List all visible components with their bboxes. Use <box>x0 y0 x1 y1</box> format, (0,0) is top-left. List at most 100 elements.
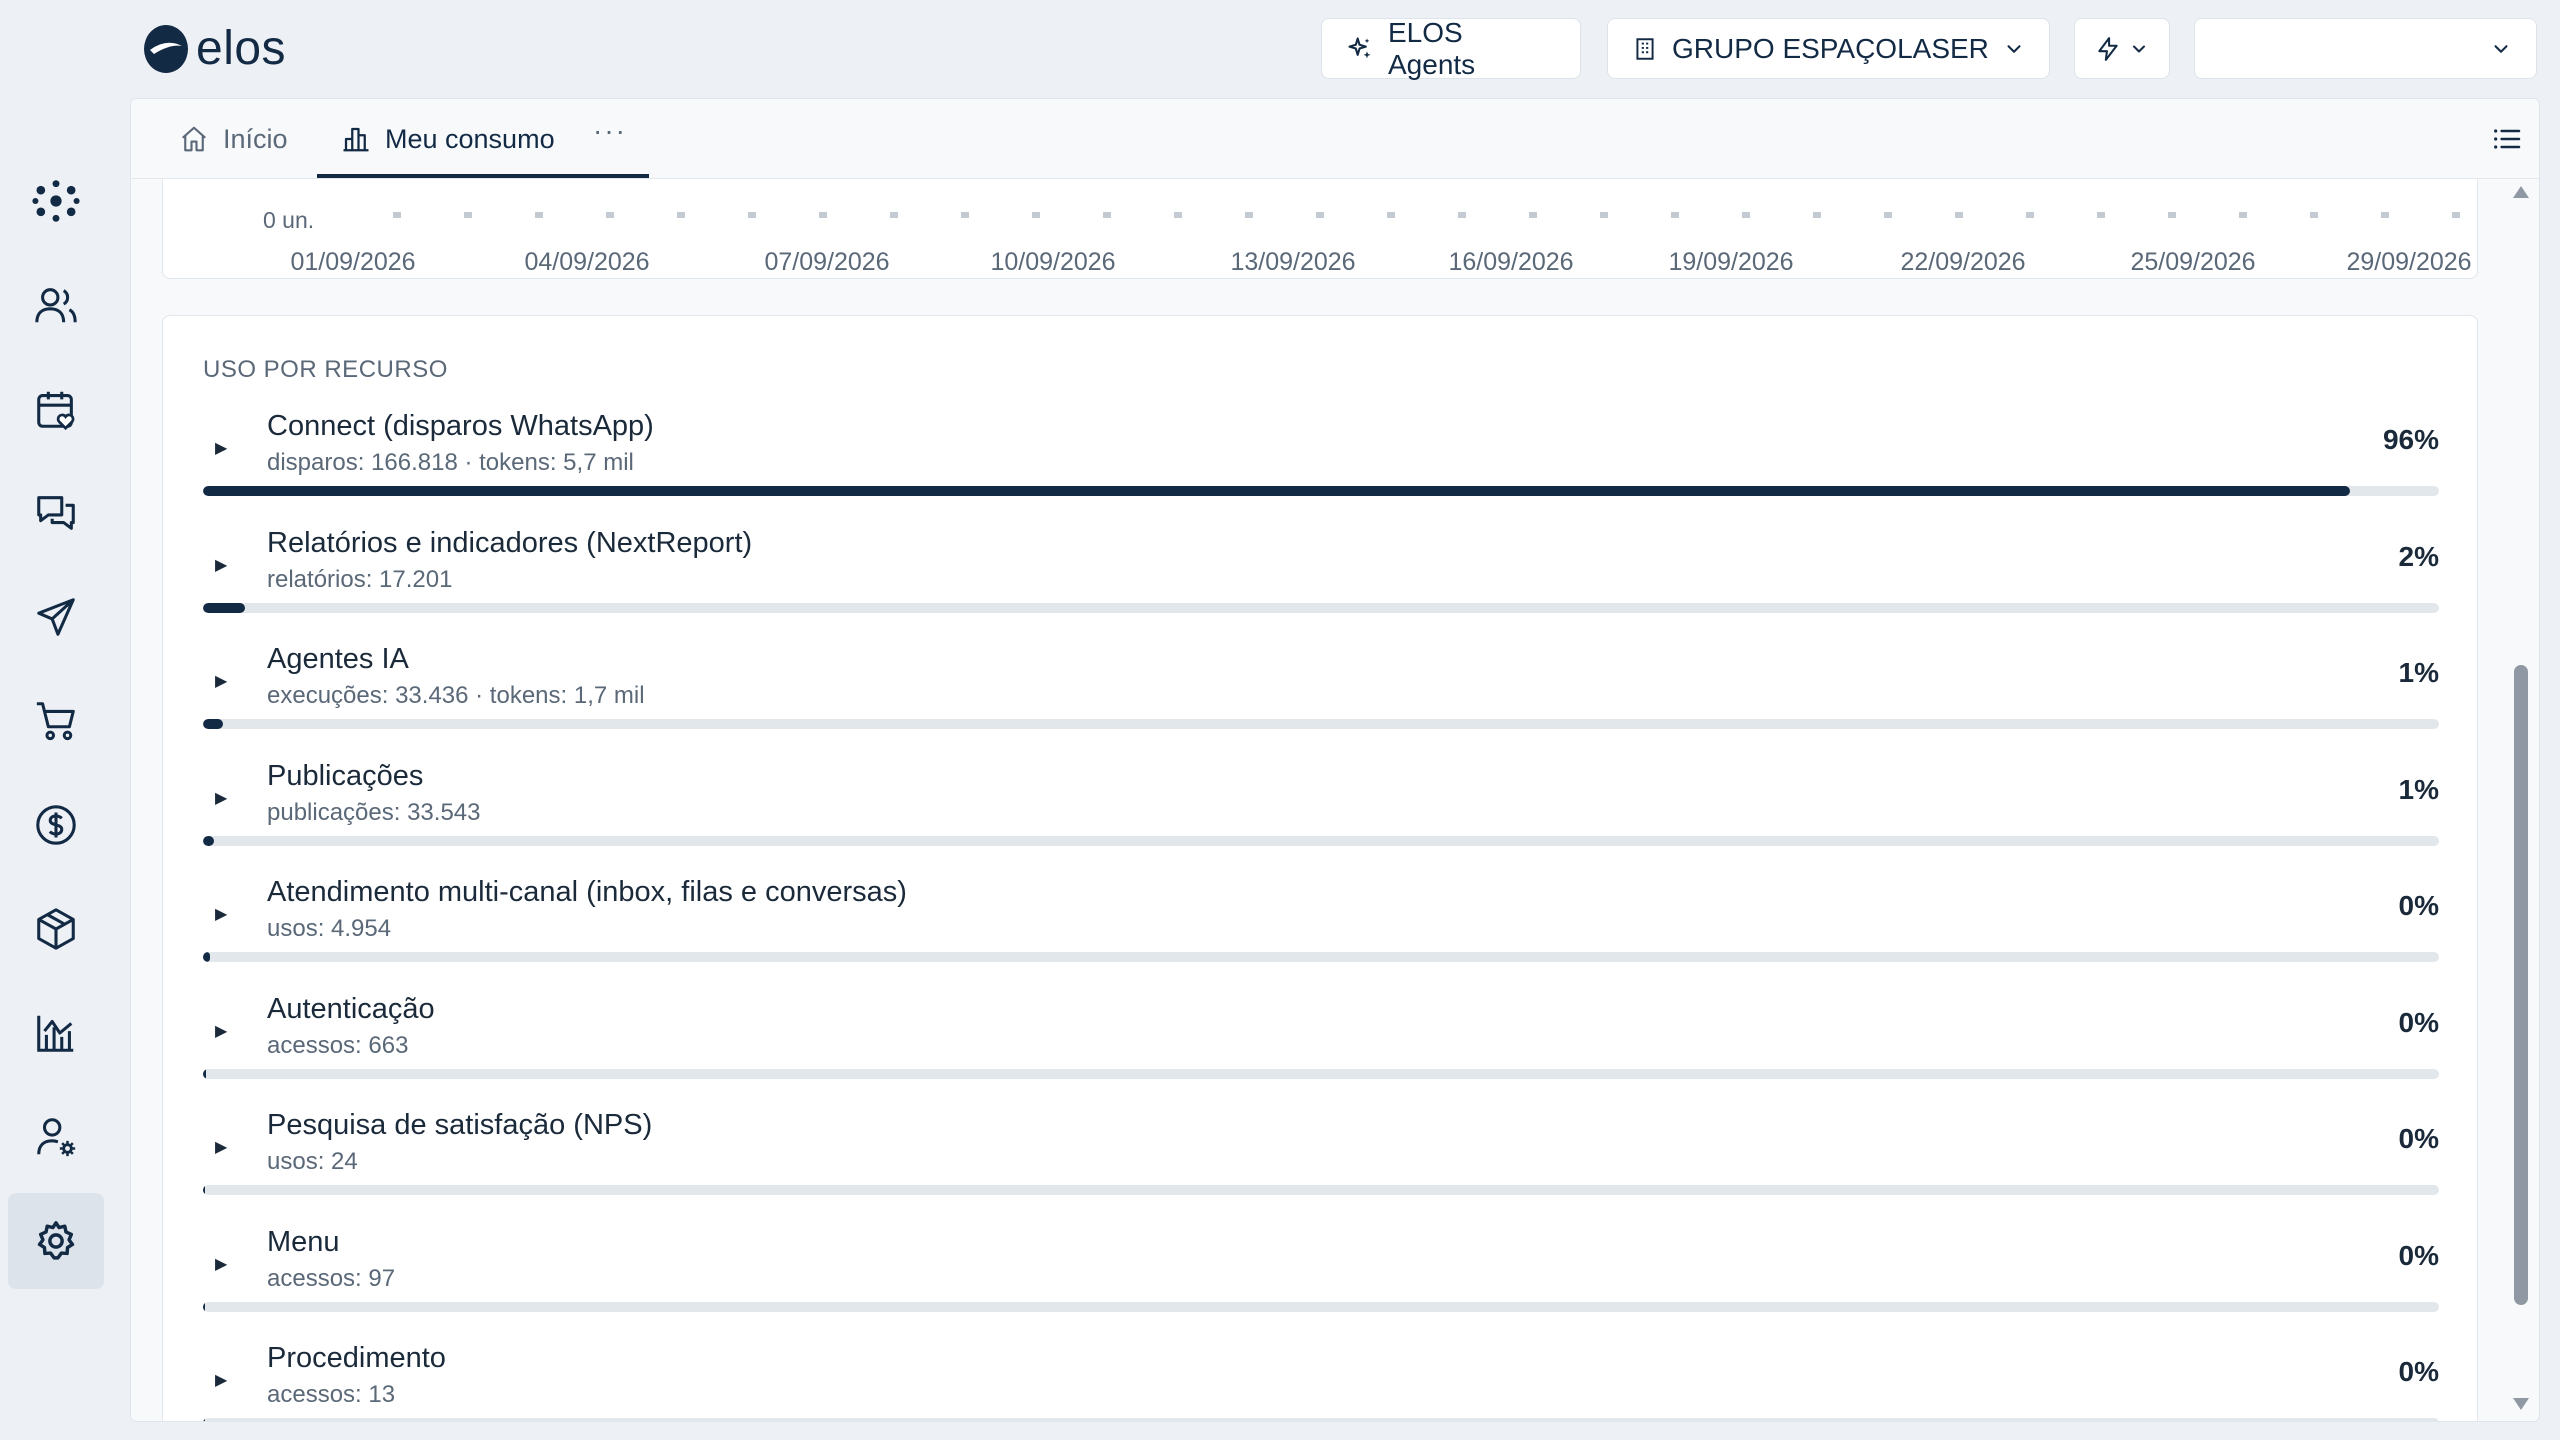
sidebar-item-settings[interactable] <box>8 1193 104 1289</box>
resource-row[interactable]: ▶ Menu acessos: 97 0% <box>203 1226 2439 1342</box>
sidebar-item-send[interactable] <box>8 569 104 665</box>
expand-caret-icon[interactable]: ▶ <box>215 904 227 924</box>
sidebar-item-network[interactable] <box>8 153 104 249</box>
resource-detail: acessos: 97 <box>267 1264 396 1292</box>
expand-caret-icon[interactable]: ▶ <box>215 1137 227 1157</box>
sidebar-item-cart[interactable] <box>8 673 104 769</box>
expand-caret-icon[interactable]: ▶ <box>215 1370 227 1390</box>
chart-point <box>1813 212 1821 218</box>
usage-title: USO POR RECURSO <box>203 356 448 383</box>
tab-bar: Início Meu consumo ··· <box>131 99 2539 179</box>
chart-x-tick: 07/09/2026 <box>764 248 890 276</box>
chart-x-tick: 13/09/2026 <box>1230 248 1356 276</box>
resource-progress-bar <box>203 602 2439 613</box>
chart-point <box>1387 212 1395 218</box>
chart-point <box>2168 212 2176 218</box>
resource-percent: 0% <box>2398 1006 2439 1038</box>
scrollbar-thumb[interactable] <box>2514 665 2528 1305</box>
chart-x-tick: 01/09/2026 <box>290 248 416 276</box>
expand-caret-icon[interactable]: ▶ <box>215 1254 227 1274</box>
expand-caret-icon[interactable]: ▶ <box>215 555 227 575</box>
chart-point <box>677 212 685 218</box>
resource-progress-fill <box>203 952 210 962</box>
resource-detail: usos: 24 <box>267 1148 358 1175</box>
expand-caret-icon[interactable]: ▶ <box>215 788 227 808</box>
resource-percent: 1% <box>2398 773 2439 805</box>
resource-percent: 0% <box>2398 1356 2439 1387</box>
calendar-heart-icon <box>37 391 75 431</box>
chart-x-tick: 10/09/2026 <box>990 248 1116 276</box>
bolt-icon <box>2098 36 2118 61</box>
chart-point <box>1529 212 1537 218</box>
gear-icon <box>37 1221 75 1260</box>
resource-row[interactable]: ▶ Atendimento multi-canal (inbox, filas e… <box>203 876 2439 992</box>
chart-point <box>748 212 756 218</box>
chart-x-tick: 25/09/2026 <box>2130 248 2256 276</box>
chart-point <box>890 212 898 218</box>
resource-detail: acessos: 13 <box>267 1381 396 1408</box>
resource-progress-fill <box>203 486 2350 496</box>
chart-x-tick: 29/09/2026 <box>2346 248 2472 276</box>
sidebar <box>0 98 112 1440</box>
tab-meu-consumo[interactable]: Meu consumo <box>341 99 555 179</box>
resource-row[interactable]: ▶ Pesquisa de satisfação (NPS) usos: 24 0% <box>203 1109 2439 1225</box>
list-menu-button[interactable] <box>2491 123 2523 160</box>
resource-percent: 0% <box>2398 1123 2439 1154</box>
resource-name: Autenticação <box>267 992 435 1025</box>
resource-progress-fill <box>203 1185 206 1195</box>
user-menu-button[interactable] <box>2194 18 2537 79</box>
sidebar-item-calendar[interactable] <box>8 361 104 457</box>
chat-icon <box>37 496 75 530</box>
resource-row[interactable]: ▶ Procedimento acessos: 13 0% <box>203 1342 2439 1421</box>
resource-detail: publicações: 33.543 <box>267 798 481 826</box>
chart-baseline-points <box>393 212 2460 218</box>
resource-name: Procedimento <box>267 1342 446 1374</box>
resource-progress-bar <box>203 719 2439 729</box>
chart-zero-label: 0 un. <box>263 207 315 233</box>
chart-point <box>2452 212 2460 218</box>
sidebar-item-chat[interactable] <box>8 465 104 561</box>
chevron-down-icon <box>2494 44 2508 53</box>
elos-agents-button[interactable]: ELOS Agents <box>1321 17 1581 80</box>
sidebar-item-products[interactable] <box>8 881 104 977</box>
sidebar-item-finance[interactable] <box>8 777 104 873</box>
expand-caret-icon[interactable]: ▶ <box>215 438 227 458</box>
quick-actions-button[interactable] <box>2074 18 2170 79</box>
tab-more-button[interactable]: ··· <box>593 115 627 147</box>
chart-point <box>961 212 969 218</box>
resource-progress-bar <box>203 1418 2439 1421</box>
elos-logo[interactable]: elos <box>140 20 286 76</box>
resource-detail: acessos: 663 <box>267 1031 409 1059</box>
dollar-icon <box>36 805 76 845</box>
resource-row[interactable]: ▶ Autenticação acessos: 663 0% <box>203 993 2439 1109</box>
resource-progress-bar <box>203 952 2439 962</box>
resource-detail: execuções: 33.436 · tokens: 1,7 mil <box>267 682 645 709</box>
sidebar-item-user-settings[interactable] <box>8 1089 104 1185</box>
resource-percent: 0% <box>2398 890 2439 921</box>
chart-x-tick: 19/09/2026 <box>1668 248 1794 276</box>
scroll-down-arrow[interactable] <box>2513 1398 2529 1410</box>
resource-name: Pesquisa de satisfação (NPS) <box>267 1109 653 1141</box>
chart-x-tick: 04/09/2026 <box>524 248 650 276</box>
group-selector[interactable]: GRUPO ESPAÇOLASER <box>1607 18 2050 79</box>
tab-meu-consumo-label: Meu consumo <box>385 123 555 154</box>
chart-point <box>1884 212 1892 218</box>
expand-caret-icon[interactable]: ▶ <box>215 1021 227 1041</box>
resource-detail: disparos: 166.818 · tokens: 5,7 mil <box>267 449 634 476</box>
user-settings-icon <box>37 1118 76 1157</box>
tab-inicio[interactable]: Início <box>179 99 288 179</box>
resource-row[interactable]: ▶ Agentes IA execuções: 33.436 · tokens: 1… <box>203 643 2439 759</box>
resource-row[interactable]: ▶ Connect (disparos WhatsApp) disparos: 16… <box>203 410 2439 526</box>
expand-caret-icon[interactable]: ▶ <box>215 671 227 691</box>
scroll-up-arrow[interactable] <box>2513 186 2529 198</box>
resource-row[interactable]: ▶ Relatórios e indicadores (NextReport) re… <box>203 527 2439 643</box>
box-icon <box>37 908 75 950</box>
sidebar-item-reports[interactable] <box>8 985 104 1081</box>
resource-progress-bar <box>203 835 2439 846</box>
network-icon <box>32 180 80 222</box>
sidebar-item-users[interactable] <box>8 257 104 353</box>
resource-name: Atendimento multi-canal (inbox, filas e … <box>267 876 907 908</box>
resource-row[interactable]: ▶ Publicações publicações: 33.543 1% <box>203 760 2439 876</box>
chart-x-tick: 22/09/2026 <box>1900 248 2026 276</box>
main-scrollbar[interactable] <box>2510 180 2532 1420</box>
